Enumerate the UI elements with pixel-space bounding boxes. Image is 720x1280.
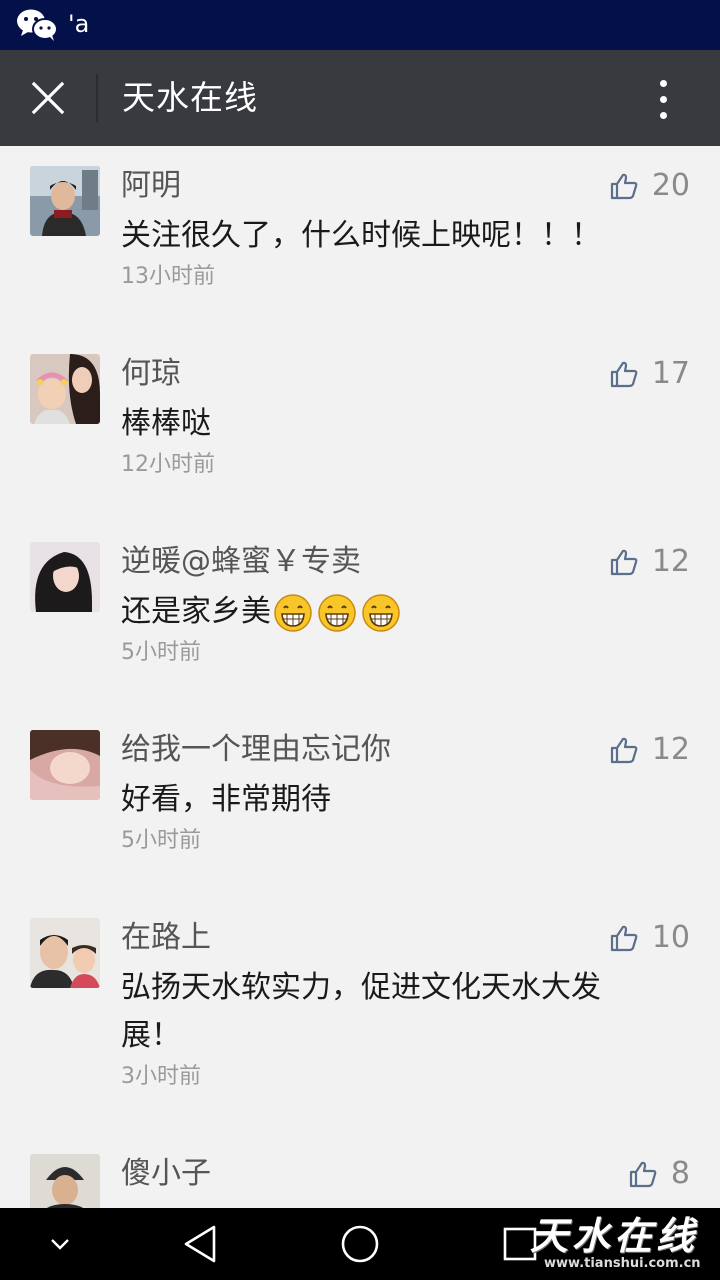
home-button[interactable]	[330, 1208, 390, 1280]
thumb-up-icon	[610, 173, 638, 200]
like-count: 12	[651, 732, 690, 767]
like-button[interactable]: 20	[610, 166, 690, 206]
chevron-down-icon	[51, 1239, 69, 1250]
watermark-text: 天水在线	[530, 1213, 699, 1258]
like-button[interactable]: 12	[610, 542, 690, 582]
more-vertical-icon	[659, 79, 667, 87]
comment-item: 何琼 17 棒棒哒 12小时前	[0, 354, 720, 514]
comment-item: 阿明 20 关注很久了，什么时候上映呢！！！ 13小时前	[0, 166, 720, 326]
avatar[interactable]	[30, 166, 100, 236]
comment-text: 关注很久了，什么时候上映呢！！！	[121, 218, 601, 253]
wechat-icon	[17, 9, 58, 41]
thumb-up-icon	[610, 925, 638, 952]
comment-item: 傻小子 8	[0, 1154, 720, 1208]
title-divider	[96, 74, 98, 122]
avatar[interactable]	[30, 1154, 100, 1208]
watermark-logo: 天水在线 www.tianshui.com.cn	[530, 1212, 714, 1276]
avatar[interactable]	[30, 542, 100, 612]
comment-text: 好看，非常期待	[121, 782, 331, 817]
avatar[interactable]	[30, 730, 100, 800]
like-count: 17	[651, 356, 690, 391]
back-button[interactable]	[170, 1208, 230, 1280]
avatar[interactable]	[30, 918, 100, 988]
comment-item: 给我一个理由忘记你 12 好看，非常期待 5小时前	[0, 730, 720, 890]
grinning-face-icon	[318, 593, 356, 632]
like-button[interactable]: 12	[610, 730, 690, 770]
comment-text: 棒棒哒	[121, 406, 211, 441]
watermark-url: www.tianshui.com.cn	[544, 1256, 701, 1271]
close-button[interactable]	[20, 72, 76, 124]
comment-author[interactable]: 傻小子	[121, 1154, 211, 1194]
like-button[interactable]: 17	[610, 354, 690, 394]
hide-nav-button[interactable]	[40, 1208, 80, 1280]
comment-text: 弘扬天水软实力，促进文化天水大发展！	[121, 970, 601, 1053]
emoji-row	[273, 593, 401, 633]
like-count: 10	[651, 920, 690, 955]
comment-item: 在路上 10 弘扬天水软实力，促进文化天水大发展！ 3小时前	[0, 918, 720, 1128]
page-title: 天水在线	[122, 78, 258, 117]
grinning-face-icon	[274, 593, 312, 632]
status-text: 'a	[68, 10, 90, 38]
comment-text-body: 还是家乡美	[121, 594, 271, 629]
like-count: 8	[670, 1156, 690, 1191]
thumb-up-icon	[610, 361, 638, 388]
thumb-up-icon	[610, 549, 638, 576]
comment-time: 5小时前	[121, 640, 201, 665]
close-icon	[31, 81, 65, 115]
like-button[interactable]: 10	[610, 918, 690, 958]
comment-author[interactable]: 在路上	[121, 918, 211, 958]
like-button[interactable]: 8	[629, 1154, 690, 1194]
comment-time: 5小时前	[121, 828, 201, 853]
comment-text: 还是家乡美	[121, 588, 661, 636]
comment-author[interactable]: 何琼	[121, 354, 181, 394]
more-options-button[interactable]	[636, 72, 690, 126]
home-circle-icon	[341, 1225, 379, 1263]
back-triangle-icon	[184, 1225, 216, 1263]
grinning-face-icon	[362, 593, 400, 632]
comment-time: 3小时前	[121, 1064, 201, 1089]
thumb-up-icon	[610, 737, 638, 764]
title-bar: 天水在线	[0, 50, 720, 146]
like-count: 20	[651, 168, 690, 203]
comment-author[interactable]: 逆暖@蜂蜜￥专卖	[121, 542, 361, 582]
comment-author[interactable]: 给我一个理由忘记你	[121, 730, 391, 770]
status-bar: 'a	[0, 0, 720, 50]
like-count: 12	[651, 544, 690, 579]
comment-time: 12小时前	[121, 452, 215, 477]
avatar[interactable]	[30, 354, 100, 424]
comment-time: 13小时前	[121, 264, 215, 289]
comment-item: 逆暖@蜂蜜￥专卖 12 还是家乡美 5小时前	[0, 542, 720, 702]
comment-list[interactable]: 阿明 20 关注很久了，什么时候上映呢！！！ 13小时前 何琼 17 棒棒哒 1…	[0, 146, 720, 1208]
comment-author[interactable]: 阿明	[121, 166, 181, 206]
thumb-up-icon	[629, 1161, 657, 1188]
